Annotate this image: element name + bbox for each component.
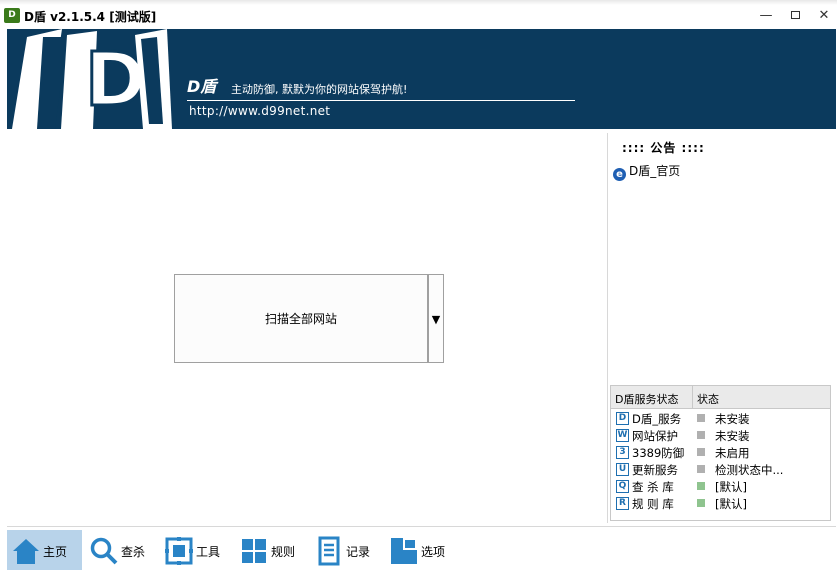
tools-icon	[165, 537, 193, 565]
service-name: 更新服务	[632, 463, 678, 477]
service-status: [默认]	[715, 497, 747, 511]
header-status[interactable]: 状态	[697, 391, 719, 407]
service-status: 未安装	[715, 412, 750, 426]
title-bar[interactable]: D D盾 v2.1.5.4 [测试版] — ✕	[0, 5, 837, 27]
search-icon	[90, 537, 118, 565]
app-window: D D盾 v2.1.5.4 [测试版] — ✕ D D盾 主动防御, 默默为你的…	[0, 0, 837, 576]
status-indicator	[697, 431, 705, 439]
service-icon: D	[616, 412, 629, 425]
banner-product-name: D盾	[187, 77, 217, 96]
window-title: D盾 v2.1.5.4 [测试版]	[24, 10, 157, 24]
status-indicator	[697, 482, 705, 490]
service-icon: U	[616, 463, 629, 476]
service-icon: W	[616, 429, 629, 442]
notice-title: :::: 公告 ::::	[622, 141, 705, 155]
toolbar-label: 查杀	[121, 545, 146, 559]
service-status: [默认]	[715, 480, 747, 494]
banner-url[interactable]: http://www.d99net.net	[189, 104, 330, 118]
banner-slogan: 主动防御, 默默为你的网站保驾护航!	[231, 83, 408, 96]
app-icon: D	[4, 8, 20, 23]
service-name: 规 则 库	[632, 497, 674, 511]
panel-divider	[607, 133, 608, 523]
scan-all-sites-button[interactable]: 扫描全部网站	[174, 274, 428, 363]
status-row[interactable]: W 网站保护 未安装	[611, 427, 830, 444]
service-status: 未安装	[715, 429, 750, 443]
toolbar-label: 选项	[421, 545, 446, 559]
service-status-table: D盾服务状态 状态 D D盾_服务 未安装 W 网站保护 未安装 3 3389防御 未启用 U 更新…	[610, 385, 831, 521]
status-row[interactable]: D D盾_服务 未安装	[611, 410, 830, 427]
toolbar-tools[interactable]: 工具	[160, 530, 230, 570]
header-separator[interactable]	[692, 386, 693, 409]
status-indicator	[697, 414, 705, 422]
d-shield-logo: D	[7, 29, 172, 129]
home-icon	[13, 539, 39, 564]
bottom-toolbar: 主页 查杀 工具 规则 记录 选项	[7, 530, 836, 572]
toolbar-label: 记录	[346, 545, 371, 559]
log-icon	[318, 536, 340, 566]
service-name: 3389防御	[632, 446, 685, 460]
service-icon: 3	[616, 446, 629, 459]
maximize-icon	[790, 11, 800, 19]
status-indicator	[697, 448, 705, 456]
notice-item-homepage[interactable]: e D盾_官页	[613, 162, 680, 181]
maximize-button[interactable]	[782, 5, 808, 27]
rules-icon	[242, 539, 266, 563]
service-status: 未启用	[715, 446, 750, 460]
status-row[interactable]: 3 3389防御 未启用	[611, 444, 830, 461]
toolbar-log[interactable]: 记录	[310, 530, 380, 570]
toolbar-label: 主页	[43, 545, 68, 559]
toolbar-home[interactable]: 主页	[7, 530, 82, 570]
toolbar-divider	[7, 526, 836, 527]
status-indicator	[697, 499, 705, 507]
scan-dropdown-button[interactable]: ▼	[428, 274, 444, 363]
status-indicator	[697, 465, 705, 473]
status-row[interactable]: Q查 杀 库 [默认]	[611, 478, 830, 495]
close-button[interactable]: ✕	[811, 5, 837, 27]
ie-icon: e	[613, 168, 626, 181]
notice-item-label: D盾_官页	[629, 164, 681, 178]
header-banner: D D盾 主动防御, 默默为你的网站保驾护航! http://www.d99ne…	[7, 29, 836, 129]
toolbar-label: 工具	[196, 545, 221, 559]
service-icon: Q	[616, 480, 629, 493]
minimize-button[interactable]: —	[753, 5, 779, 27]
toolbar-rules[interactable]: 规则	[235, 530, 305, 570]
banner-divider	[187, 100, 575, 101]
toolbar-scan[interactable]: 查杀	[85, 530, 155, 570]
options-icon	[391, 538, 417, 564]
status-row[interactable]: R规 则 库 [默认]	[611, 495, 830, 512]
toolbar-label: 规则	[271, 545, 296, 559]
service-name: 查 杀 库	[632, 480, 674, 494]
service-status: 检测状态中...	[715, 463, 784, 477]
service-icon: R	[616, 497, 629, 510]
status-table-header: D盾服务状态 状态	[611, 386, 830, 409]
service-name: D盾_服务	[632, 412, 682, 426]
header-service[interactable]: D盾服务状态	[615, 391, 678, 407]
service-name: 网站保护	[632, 429, 678, 443]
toolbar-options[interactable]: 选项	[385, 530, 455, 570]
status-row[interactable]: U 更新服务 检测状态中...	[611, 461, 830, 478]
